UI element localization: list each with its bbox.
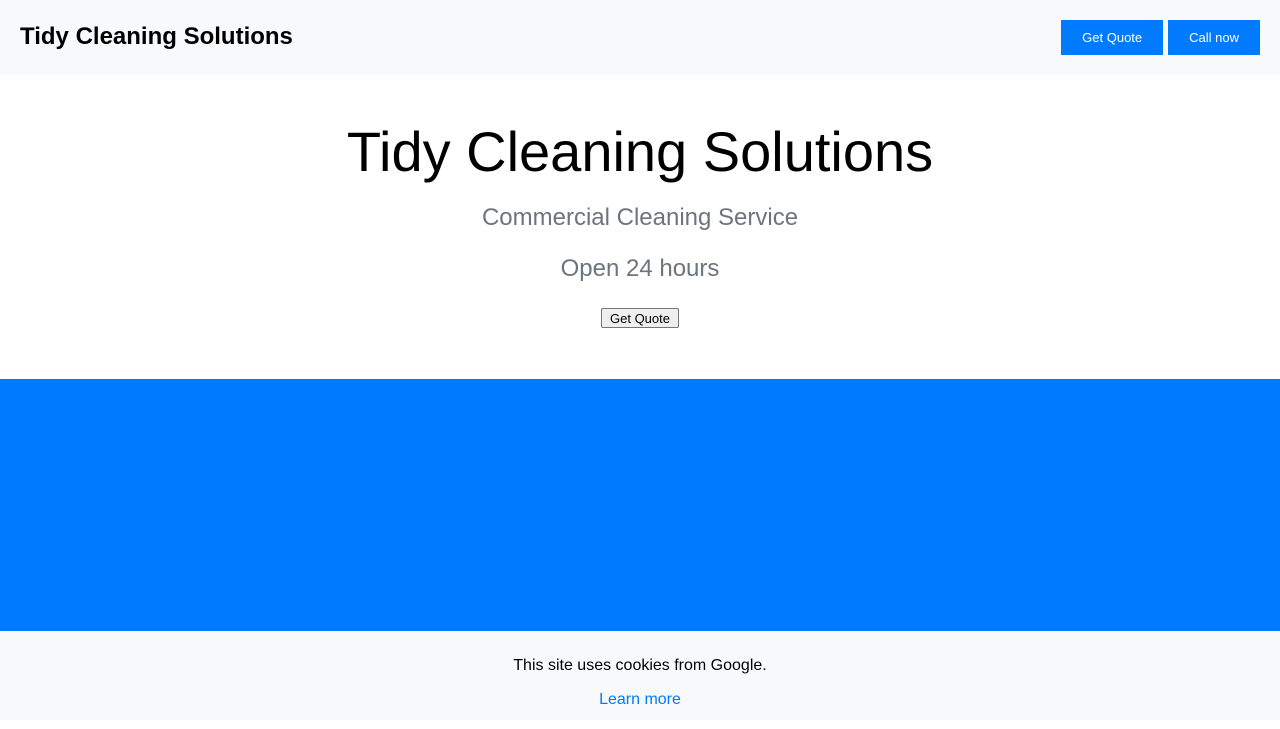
hero-title: Tidy Cleaning Solutions: [346, 120, 934, 183]
cookie-banner: This site uses cookies from Google. Lear…: [0, 631, 1280, 720]
cookie-link-wrapper: Learn more: [0, 690, 1280, 710]
blue-banner: [0, 379, 1280, 631]
top-navbar: Tidy Cleaning Solutions Get Quote Call n…: [0, 0, 1280, 75]
call-now-button[interactable]: Call now: [1168, 20, 1260, 55]
header-actions: Get Quote Call now: [1061, 20, 1260, 55]
hero-subtitle: Commercial Cleaning Service: [481, 204, 799, 231]
learn-more-link[interactable]: Learn more: [599, 691, 681, 708]
cookie-message: This site uses cookies from Google.: [513, 657, 767, 674]
hero-hours: Open 24 hours: [560, 255, 720, 282]
hero-get-quote-button[interactable]: Get Quote: [601, 308, 679, 328]
brand-name[interactable]: Tidy Cleaning Solutions: [20, 22, 293, 52]
hero-section: Tidy Cleaning Solutions Commercial Clean…: [0, 75, 1280, 379]
get-quote-button[interactable]: Get Quote: [1061, 20, 1164, 55]
